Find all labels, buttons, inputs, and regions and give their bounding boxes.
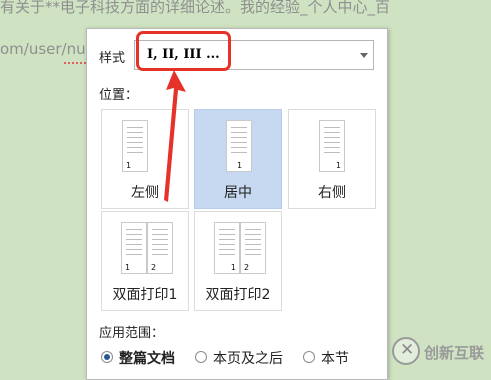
page-number-mark: 1	[335, 161, 341, 170]
background-text-line-1: 有关于**电子科技方面的详细论述。我的经验_个人中心_百	[0, 0, 391, 16]
scope-radio-label: 整篇文档	[119, 351, 175, 367]
position-option-label: 双面打印1	[112, 287, 178, 303]
scope-radio-this-page-onward[interactable]	[195, 351, 207, 363]
page-number-mark: 1	[126, 161, 132, 170]
page-number-dialog: 样式 位置： 1 左侧 1 居中 1 右侧 1 2 双面打印1 1 2 双面打印…	[86, 28, 388, 380]
logo-circle-x-icon: ✕	[392, 337, 420, 365]
position-option-label: 居中	[224, 185, 252, 201]
page-preview-icon: 2	[147, 222, 173, 274]
position-option-right[interactable]: 1 右侧	[288, 109, 376, 209]
background-text-line-2: om/user/nu	[0, 40, 86, 58]
style-label: 样式	[99, 51, 126, 66]
position-option-label: 右侧	[318, 185, 346, 201]
annotation-arrow-icon	[164, 70, 186, 202]
page-number-mark: 1	[230, 263, 236, 272]
page-preview-icon: 1	[319, 120, 345, 172]
watermark: ✕ 创新互联	[392, 336, 488, 368]
annotation-highlight-box	[136, 31, 231, 71]
position-option-duplex-1[interactable]: 1 2 双面打印1	[101, 211, 189, 311]
scope-radio-label: 本节	[321, 351, 349, 367]
position-option-label: 双面打印2	[205, 287, 271, 303]
page-preview-icon: 2	[240, 222, 266, 274]
page-preview-icon: 1	[214, 222, 240, 274]
page-number-mark: 2	[244, 263, 250, 272]
position-option-duplex-2[interactable]: 1 2 双面打印2	[194, 211, 282, 311]
page-preview-icon: 1	[226, 120, 252, 172]
position-label: 位置：	[99, 88, 139, 103]
scope-radio-label: 本页及之后	[213, 351, 283, 367]
page-preview-icon: 1	[122, 120, 148, 172]
page-number-mark: 1	[125, 263, 131, 272]
position-option-center[interactable]: 1 居中	[194, 109, 282, 209]
page-number-mark: 1	[237, 161, 243, 170]
scope-radio-this-section[interactable]	[303, 351, 315, 363]
watermark-text: 创新互联	[424, 344, 485, 362]
scope-radio-whole-document[interactable]	[101, 351, 113, 363]
chevron-down-icon[interactable]	[360, 53, 368, 58]
page-number-mark: 2	[151, 263, 157, 272]
scope-label: 应用范围：	[99, 326, 165, 341]
page-preview-icon: 1	[121, 222, 147, 274]
